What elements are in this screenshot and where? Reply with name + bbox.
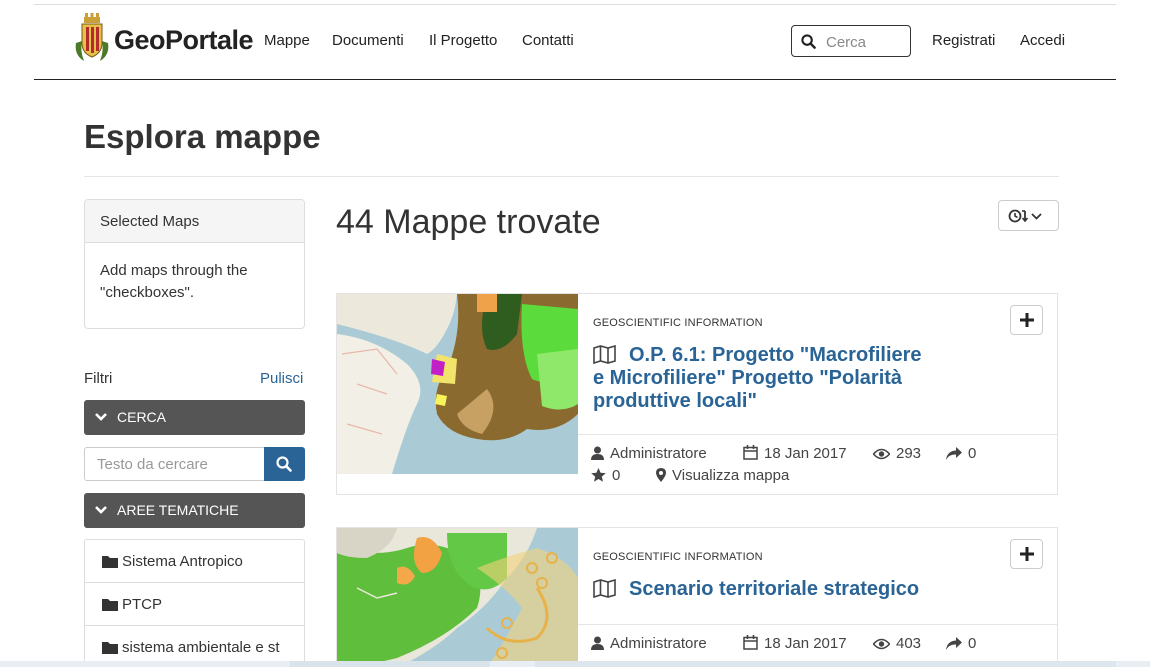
user-icon: [591, 446, 604, 460]
rating-value: 0: [612, 467, 621, 484]
result-count: 44 Mappe trovate: [336, 203, 601, 241]
selected-maps-body: Add maps through the "checkboxes".: [100, 262, 248, 301]
map-icon: [593, 345, 616, 364]
map-category: GEOSCIENTIFIC INFORMATION: [593, 317, 763, 329]
search-section-toggle[interactable]: CERCA: [84, 400, 305, 435]
map-title: Scenario territoriale strategico: [629, 578, 920, 600]
themes-section-toggle[interactable]: AREE TEMATICHE: [84, 493, 305, 528]
eye-icon: [872, 638, 891, 650]
folder-icon: [102, 642, 118, 654]
coat-of-arms-logo[interactable]: [72, 13, 112, 63]
brand-name[interactable]: GeoPortale: [114, 25, 254, 56]
meta-divider: [578, 624, 1057, 625]
theme-item-sistema-antropico[interactable]: Sistema Antropico: [85, 540, 304, 583]
map-author[interactable]: Administratore: [591, 445, 707, 462]
calendar-icon: [743, 635, 758, 650]
shares-count: 0: [968, 445, 977, 462]
plus-icon: [1020, 313, 1034, 327]
chevron-down-icon: [95, 413, 107, 421]
map-card: GEOSCIENTIFIC INFORMATION O.P. 6.1: Prog…: [336, 293, 1058, 495]
map-thumbnail[interactable]: [337, 528, 578, 667]
map-title-link[interactable]: Scenario territoriale strategico: [593, 578, 938, 601]
selected-maps-panel: Selected Maps Add maps through the "chec…: [84, 199, 305, 329]
header-search-input[interactable]: [826, 31, 906, 53]
map-title-link[interactable]: O.P. 6.1: Progetto "Macrofiliere e Micro…: [593, 344, 938, 413]
map-date: 18 Jan 2017: [743, 635, 847, 652]
folder-icon: [102, 556, 118, 568]
views-count: 293: [896, 445, 922, 462]
filters-label: Filtri: [84, 370, 113, 387]
views-count: 403: [896, 635, 922, 652]
horizontal-scrollbar[interactable]: [0, 661, 1150, 667]
page-title: Esplora mappe: [84, 118, 321, 155]
map-date: 18 Jan 2017: [743, 445, 847, 462]
themes-list: Sistema Antropico PTCP sistema ambiental…: [84, 539, 305, 667]
nav-documenti[interactable]: Documenti: [332, 32, 404, 49]
share-icon: [946, 637, 962, 650]
map-author[interactable]: Administratore: [591, 635, 707, 652]
clear-filters-link[interactable]: Pulisci: [260, 370, 303, 387]
plus-icon: [1020, 547, 1034, 561]
search-icon: [801, 34, 816, 49]
theme-item-label: sistema ambientale e st: [122, 639, 280, 656]
clock-sort-icon: [1008, 209, 1042, 223]
map-views: 293: [872, 445, 922, 462]
nav-mappe[interactable]: Mappe: [264, 32, 310, 49]
selected-maps-title: Selected Maps: [85, 200, 304, 243]
author-name: Administratore: [610, 445, 707, 462]
map-category: GEOSCIENTIFIC INFORMATION: [593, 551, 763, 563]
add-map-button[interactable]: [1010, 539, 1043, 569]
title-divider: [84, 176, 1059, 177]
scrollbar-segment: [290, 661, 490, 667]
map-rating: 0: [591, 467, 620, 484]
map-marker-icon: [656, 468, 666, 482]
navbar: GeoPortale Mappe Documenti Il Progetto C…: [34, 4, 1116, 80]
theme-item-ptcp[interactable]: PTCP: [85, 583, 304, 626]
map-card: GEOSCIENTIFIC INFORMATION Scenario terri…: [336, 527, 1058, 667]
chevron-down-icon: [95, 506, 107, 514]
theme-item-label: Sistema Antropico: [122, 553, 243, 570]
filter-text-input[interactable]: [84, 447, 265, 481]
star-icon: [591, 468, 606, 482]
date-value: 18 Jan 2017: [764, 445, 847, 462]
share-icon: [946, 447, 962, 460]
search-section-label: CERCA: [117, 409, 167, 425]
theme-item-label: PTCP: [122, 596, 163, 613]
map-title: O.P. 6.1: Progetto "Macrofiliere e Micro…: [593, 344, 922, 412]
eye-icon: [872, 448, 891, 460]
nav-contatti[interactable]: Contatti: [522, 32, 574, 49]
filter-search-button[interactable]: [264, 447, 305, 481]
sort-button[interactable]: [998, 200, 1059, 231]
map-thumbnail[interactable]: [337, 294, 578, 474]
register-link[interactable]: Registrati: [932, 32, 995, 49]
search-icon: [276, 456, 292, 472]
add-map-button[interactable]: [1010, 305, 1043, 335]
nav-il-progetto[interactable]: Il Progetto: [429, 32, 497, 49]
view-map-label: Visualizza mappa: [672, 467, 790, 484]
scrollbar-segment: [535, 661, 1116, 667]
shares-count: 0: [968, 635, 977, 652]
folder-icon: [102, 599, 118, 611]
map-shares: 0: [946, 445, 976, 462]
themes-section-label: AREE TEMATICHE: [117, 502, 239, 518]
date-value: 18 Jan 2017: [764, 635, 847, 652]
user-icon: [591, 636, 604, 650]
calendar-icon: [743, 445, 758, 460]
map-shares: 0: [946, 635, 976, 652]
meta-divider: [578, 434, 1057, 435]
map-views: 403: [872, 635, 922, 652]
header-search: [791, 25, 911, 57]
map-icon: [593, 579, 616, 598]
login-link[interactable]: Accedi: [1020, 32, 1065, 49]
author-name: Administratore: [610, 635, 707, 652]
view-map-link[interactable]: Visualizza mappa: [656, 467, 789, 484]
